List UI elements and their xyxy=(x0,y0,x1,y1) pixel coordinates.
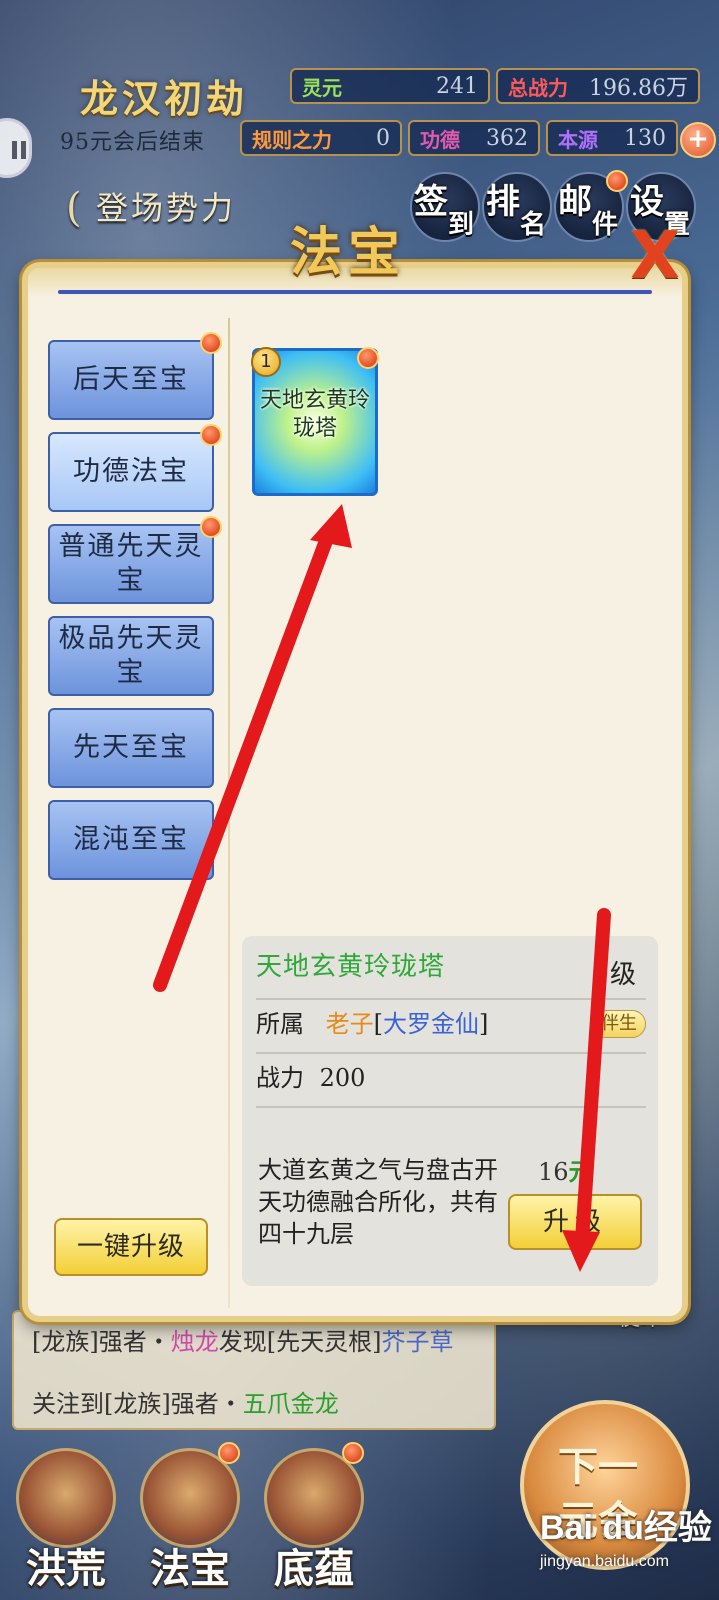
stat-label: 本源 xyxy=(558,127,598,152)
category-gongde-fabao[interactable]: 功德法宝 xyxy=(48,424,222,512)
upgrade-cost: 16元 xyxy=(538,1152,593,1187)
stat-value: 130 xyxy=(624,125,666,151)
item-card-linglong-tower[interactable]: 1 天地玄黄玲珑塔 xyxy=(251,347,379,496)
menu-char: 签 xyxy=(414,182,448,222)
stat-total-power: 总战力 196.86万 xyxy=(496,68,700,104)
category-putong-xiantian[interactable]: 普通先天灵宝 xyxy=(48,516,222,604)
stat-label: 总战力 xyxy=(508,75,568,100)
owner-rank: 大罗金仙 xyxy=(383,1010,480,1038)
one-click-upgrade-button[interactable]: 一键升级 xyxy=(54,1218,208,1276)
stat-label: 功德 xyxy=(420,127,460,152)
category-jipin-xiantian[interactable]: 极品先天灵宝 xyxy=(48,616,214,696)
notification-dot xyxy=(200,424,222,446)
notification-dot xyxy=(342,1442,364,1464)
nav-diyun[interactable]: 底蕴 xyxy=(254,1442,374,1592)
nav-label: 法宝 xyxy=(150,1545,230,1592)
notification-dot xyxy=(606,170,628,192)
owner-name: 老子 xyxy=(325,1010,374,1038)
stat-merit: 功德 362 xyxy=(408,120,540,156)
era-countdown: 95元会后结束 xyxy=(60,130,205,155)
stat-label: 灵元 xyxy=(302,75,342,100)
nav-label: 底蕴 xyxy=(274,1545,354,1592)
info-owner-row: 所属 老子[大罗金仙] 伴生 xyxy=(256,1000,646,1054)
category-label: 极品先天灵宝 xyxy=(58,623,204,688)
menu-char: 邮 xyxy=(558,182,592,222)
item-card-name: 天地玄黄玲珑塔 xyxy=(259,388,370,441)
bracket: ] xyxy=(479,1010,489,1038)
add-resource-button[interactable]: + xyxy=(680,122,716,158)
log-item: 芥子草 xyxy=(381,1328,454,1356)
ranking-button[interactable]: 排 名 xyxy=(482,172,552,242)
notification-dot xyxy=(200,516,222,538)
category-xiantian-zhibao[interactable]: 先天至宝 xyxy=(48,708,214,788)
category-hundun-zhibao[interactable]: 混沌至宝 xyxy=(48,800,214,880)
nav-honghuang[interactable]: 洪荒 xyxy=(6,1448,126,1592)
stat-lingyuan: 灵元 241 xyxy=(290,68,490,104)
menu-char: 到 xyxy=(448,210,475,240)
power-value: 200 xyxy=(319,1064,366,1092)
notification-dot xyxy=(218,1442,240,1464)
stat-origin: 本源 130 xyxy=(546,120,678,156)
nav-icon xyxy=(16,1448,116,1548)
stat-label: 规则之力 xyxy=(252,127,332,152)
cost-unit: 元 xyxy=(568,1157,593,1186)
menu-char: 名 xyxy=(520,210,547,240)
pause-button[interactable] xyxy=(0,118,32,178)
nav-label: 洪荒 xyxy=(26,1545,106,1592)
stat-value: 0 xyxy=(376,125,390,151)
upgrade-button[interactable]: 升级 xyxy=(508,1194,642,1250)
log-name: 五爪金龙 xyxy=(242,1390,339,1418)
nav-fabao[interactable]: 法宝 xyxy=(130,1442,250,1592)
stat-value: 196.86万 xyxy=(589,76,688,101)
bracket: [ xyxy=(373,1010,384,1038)
stat-value: 241 xyxy=(436,73,478,99)
category-label: 功德法宝 xyxy=(73,456,189,487)
item-description: 大道玄黄之气与盘古开天功德融合所化，共有四十九层 xyxy=(258,1156,498,1248)
item-name: 天地玄黄玲珑塔 xyxy=(256,952,446,982)
power-label: 战力 xyxy=(256,1064,304,1092)
item-info-panel: 天地玄黄玲珑塔 级 所属 老子[大罗金仙] 伴生 战力 200 大道玄黄之气与盘… xyxy=(242,936,658,1286)
owner-label: 所属 xyxy=(256,1010,304,1038)
notification-dot xyxy=(200,332,222,354)
stat-rule-power: 规则之力 0 xyxy=(240,120,402,156)
stat-value: 362 xyxy=(486,125,528,151)
watermark: Bai du经验 jingyan.baidu.com xyxy=(540,1500,712,1571)
category-label: 混沌至宝 xyxy=(73,824,189,855)
watermark-logo: Bai du经验 xyxy=(540,1509,712,1547)
watermark-url: jingyan.baidu.com xyxy=(540,1553,669,1570)
era-title: 龙汉初劫 xyxy=(80,76,249,121)
menu-char: 件 xyxy=(592,210,619,240)
category-label: 后天至宝 xyxy=(73,364,189,395)
info-power-row: 战力 200 xyxy=(256,1054,646,1108)
checkin-button[interactable]: 签 到 xyxy=(410,172,480,242)
close-icon[interactable]: X xyxy=(624,224,686,290)
category-label: 普通先天灵宝 xyxy=(58,531,204,596)
category-houtian-zhibao[interactable]: 后天至宝 xyxy=(48,332,222,420)
event-log: [龙族]强者・烛龙发现[先天灵根]芥子草 关注到[龙族]强者・五爪金龙 xyxy=(12,1310,496,1430)
item-level: 级 xyxy=(609,960,636,990)
log-name: 烛龙 xyxy=(170,1328,219,1356)
info-name-row: 天地玄黄玲珑塔 级 xyxy=(256,946,646,1000)
cost-value: 16 xyxy=(538,1158,569,1186)
log-line: 关注到[龙族]强者・五爪金龙 xyxy=(32,1384,339,1419)
companion-tag: 伴生 xyxy=(592,1010,646,1038)
mail-button[interactable]: 邮 件 xyxy=(554,170,628,242)
next-label: 下一 xyxy=(558,1443,638,1490)
log-text: 关注到[龙族]强者・ xyxy=(32,1390,243,1418)
divider xyxy=(228,318,230,1308)
menu-char: 排 xyxy=(486,182,520,222)
menu-char: 设 xyxy=(630,182,664,222)
fabao-dialog: 后天至宝 功德法宝 普通先天灵宝 极品先天灵宝 先天至宝 混沌至宝 一键升级 1… xyxy=(22,262,688,1322)
category-label: 先天至宝 xyxy=(73,732,189,763)
log-text: [龙族]强者・ xyxy=(32,1328,171,1356)
notification-dot xyxy=(357,347,379,369)
log-line: [龙族]强者・烛龙发现[先天灵根]芥子草 xyxy=(32,1322,453,1357)
item-count-badge: 1 xyxy=(251,347,281,377)
dialog-title: 法宝 xyxy=(290,222,407,283)
log-text: 发现[先天灵根] xyxy=(218,1328,382,1356)
